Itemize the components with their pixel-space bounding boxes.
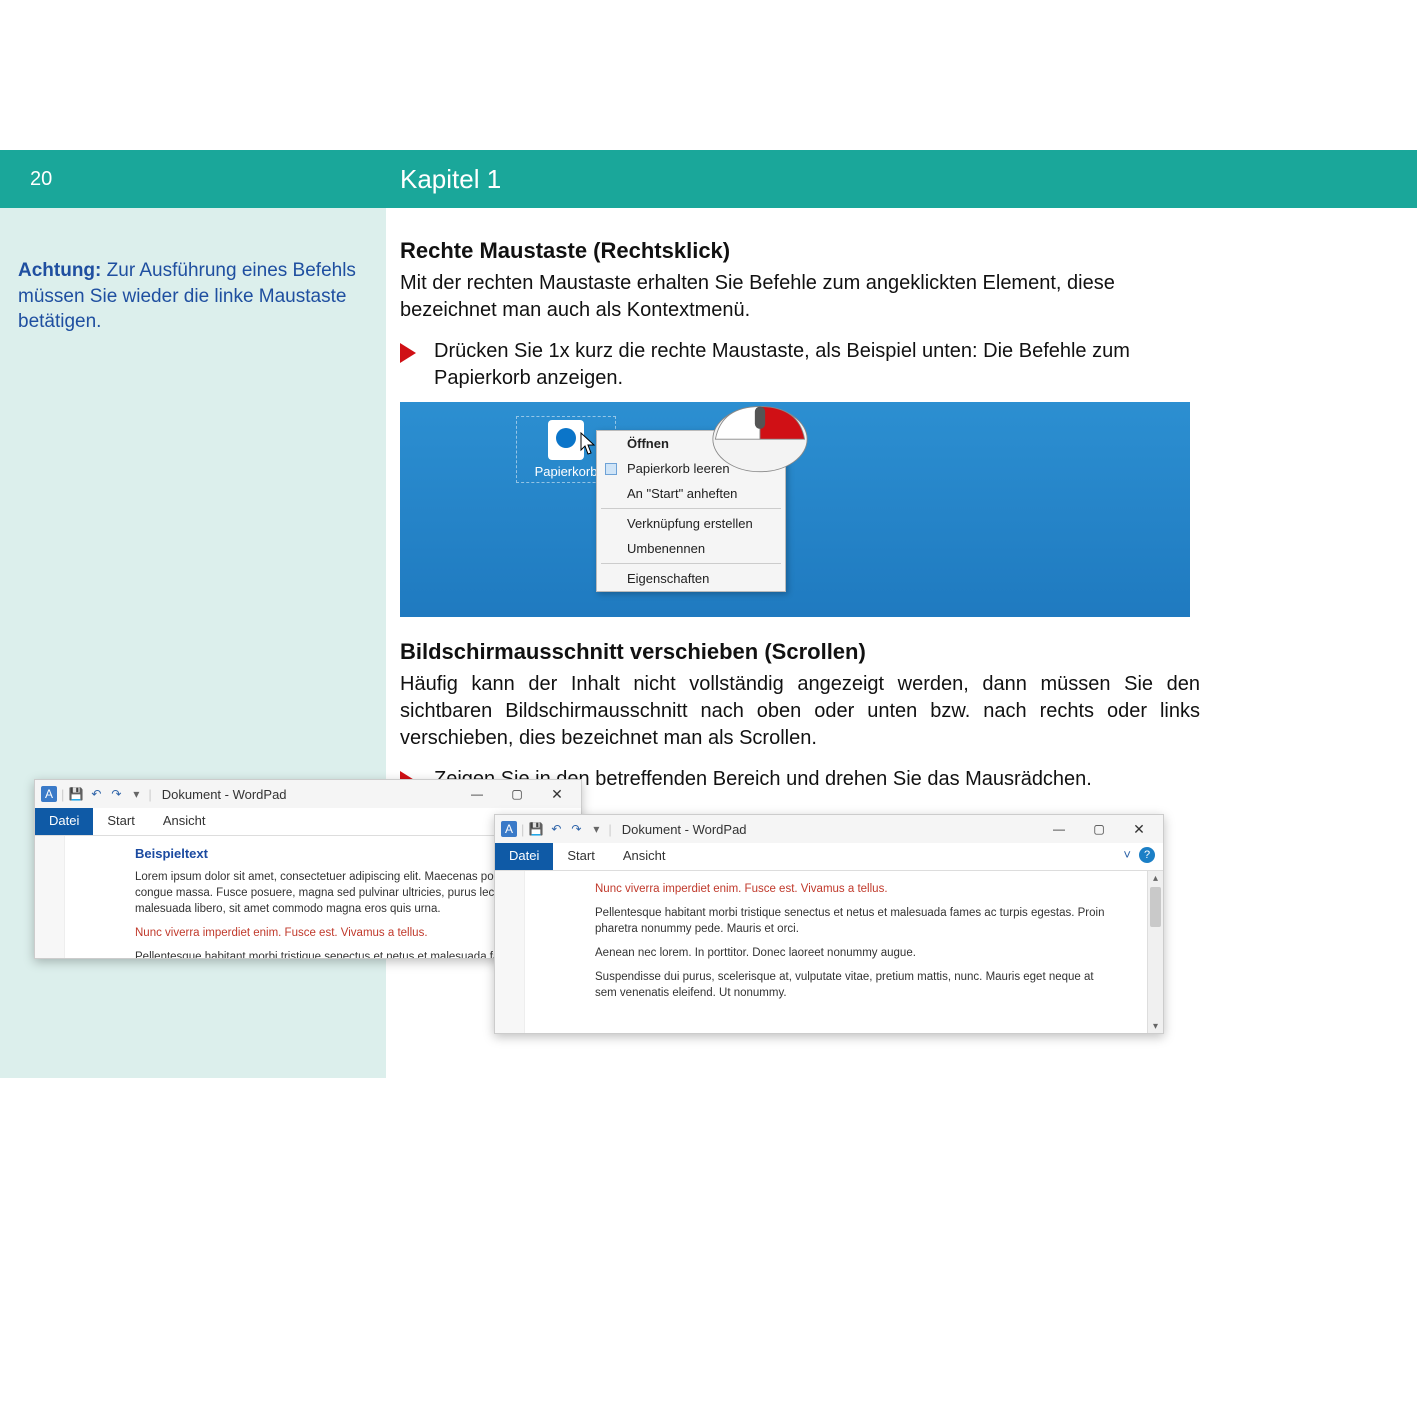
minimize-button[interactable]: — [457, 780, 497, 808]
close-button[interactable]: ✕ [1119, 815, 1159, 843]
ruler [35, 836, 65, 958]
tab-ansicht[interactable]: Ansicht [609, 843, 680, 870]
context-separator-2 [601, 563, 781, 564]
context-separator-1 [601, 508, 781, 509]
maximize-button[interactable]: ▢ [1079, 815, 1119, 843]
qat-dropdown-icon[interactable]: ▾ [588, 821, 604, 837]
ribbon-tabs: Datei Start Ansicht ˅ ? [495, 843, 1163, 871]
doc-heading: Beispieltext [135, 846, 551, 861]
scroll-down-icon[interactable]: ▾ [1148, 1019, 1163, 1033]
context-pin[interactable]: An "Start" anheften [597, 481, 785, 506]
window-controls: — ▢ ✕ [1039, 815, 1159, 843]
doc-p2: Pellentesque habitant morbi tristique se… [135, 949, 551, 958]
main-content: Rechte Maustaste (Rechtsklick) Mit der r… [400, 208, 1200, 803]
tab-datei[interactable]: Datei [35, 808, 93, 835]
app-icon: A [41, 786, 57, 802]
wordpad-window-2: A | 💾 ↶ ↷ ▾ | Dokument - WordPad — ▢ ✕ D… [494, 814, 1164, 1034]
save-icon[interactable]: 💾 [68, 786, 84, 802]
doc-p3: Suspendisse dui purus, scelerisque at, v… [595, 969, 1117, 1001]
vertical-scrollbar[interactable]: ▴ ▾ [1147, 871, 1163, 1033]
doc-red: Nunc viverra imperdiet enim. Fusce est. … [595, 881, 1117, 897]
qat-dropdown-icon[interactable]: ▾ [128, 786, 144, 802]
red-triangle-icon [400, 343, 416, 363]
wordpad-body: Nunc viverra imperdiet enim. Fusce est. … [495, 871, 1163, 1033]
scroll-thumb[interactable] [1150, 887, 1161, 927]
desktop-screenshot: Papierkorb Öffnen Papierkorb leeren An "… [400, 402, 1190, 617]
app-icon: A [501, 821, 517, 837]
context-rename[interactable]: Umbenennen [597, 536, 785, 561]
close-button[interactable]: ✕ [537, 780, 577, 808]
undo-icon[interactable]: ↶ [88, 786, 104, 802]
titlebar[interactable]: A | 💾 ↶ ↷ ▾ | Dokument - WordPad — ▢ ✕ [495, 815, 1163, 843]
context-shortcut[interactable]: Verknüpfung erstellen [597, 511, 785, 536]
ruler [495, 871, 525, 1033]
tab-start[interactable]: Start [93, 808, 148, 835]
titlebar[interactable]: A | 💾 ↶ ↷ ▾ | Dokument - WordPad — ▢ ✕ [35, 780, 581, 808]
window-controls: — ▢ ✕ [457, 780, 577, 808]
page-number: 20 [30, 168, 52, 191]
doc-red: Nunc viverra imperdiet enim. Fusce est. … [135, 925, 551, 941]
mouse-illustration [700, 392, 820, 478]
bullet-1: Drücken Sie 1x kurz die rechte Maustaste… [400, 338, 1200, 392]
doc-p1: Lorem ipsum dolor sit amet, consectetuer… [135, 869, 551, 917]
ribbon-collapse-icon[interactable]: ˅ [1123, 847, 1131, 863]
section-2-intro: Häufig kann der Inhalt nicht vollständig… [400, 671, 1200, 752]
scroll-up-icon[interactable]: ▴ [1148, 871, 1163, 885]
tab-start[interactable]: Start [553, 843, 608, 870]
maximize-button[interactable]: ▢ [497, 780, 537, 808]
tab-datei[interactable]: Datei [495, 843, 553, 870]
document-area[interactable]: Nunc viverra imperdiet enim. Fusce est. … [525, 871, 1147, 1033]
doc-p1: Pellentesque habitant morbi tristique se… [595, 905, 1117, 937]
tab-ansicht[interactable]: Ansicht [149, 808, 220, 835]
attention-note: Achtung: Zur Ausführung eines Befehls mü… [18, 258, 368, 335]
redo-icon[interactable]: ↷ [568, 821, 584, 837]
help-icon[interactable]: ? [1139, 847, 1155, 863]
section-1-heading: Rechte Maustaste (Rechtsklick) [400, 238, 1200, 264]
chapter-header: 20 Kapitel 1 [0, 150, 1417, 208]
bullet-1-text: Drücken Sie 1x kurz die rechte Maustaste… [434, 338, 1200, 392]
ribbon-right: ˅ ? [1123, 847, 1155, 863]
attention-label: Achtung: [18, 260, 101, 281]
section-1-intro: Mit der rechten Maustaste erhalten Sie B… [400, 270, 1200, 324]
window-title: Dokument - WordPad [622, 822, 747, 837]
minimize-button[interactable]: — [1039, 815, 1079, 843]
undo-icon[interactable]: ↶ [548, 821, 564, 837]
redo-icon[interactable]: ↷ [108, 786, 124, 802]
window-title: Dokument - WordPad [162, 787, 287, 802]
section-2-heading: Bildschirmausschnitt verschieben (Scroll… [400, 639, 1200, 665]
recycle-mini-icon [605, 463, 617, 475]
context-properties[interactable]: Eigenschaften [597, 566, 785, 591]
chapter-title: Kapitel 1 [400, 164, 501, 195]
doc-p2: Aenean nec lorem. In porttitor. Donec la… [595, 945, 1117, 961]
save-icon[interactable]: 💾 [528, 821, 544, 837]
